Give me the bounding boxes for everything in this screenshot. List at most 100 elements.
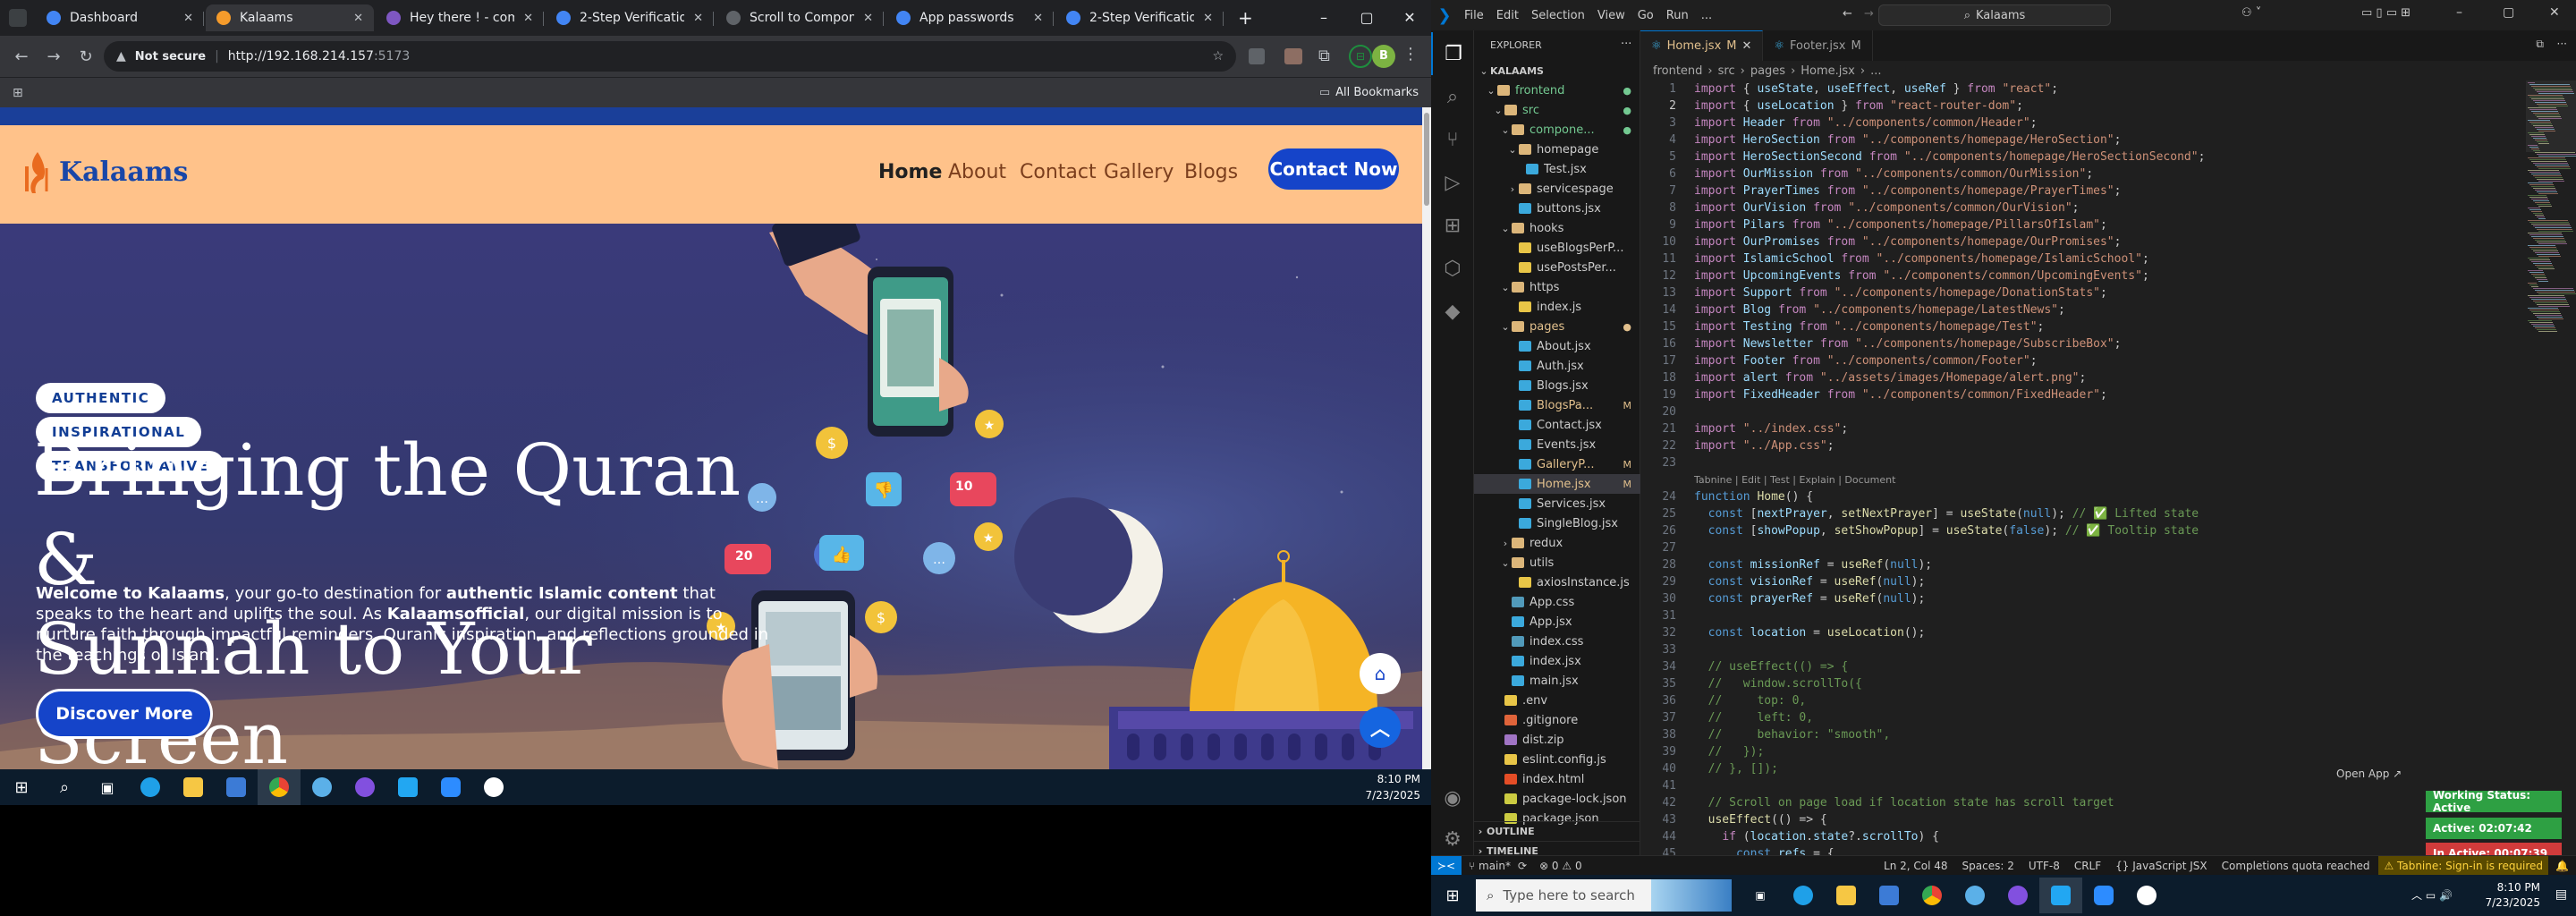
editor-tab[interactable]: ⚛ Home.jsx M ✕ [1640, 30, 1764, 61]
code-line[interactable]: 39 // }); [1640, 743, 1764, 760]
tree-file[interactable]: BlogsPa... M [1474, 395, 1640, 415]
code-line[interactable]: 38 // behavior: "smooth", [1640, 726, 1890, 743]
taskbar-store[interactable] [215, 769, 258, 805]
problems-count[interactable]: ⊗ 0 ⚠ 0 [1539, 860, 1582, 872]
breadcrumb-item[interactable]: frontend [1653, 64, 1702, 78]
editor-more-icon[interactable]: ··· [2557, 38, 2567, 50]
tree-folder[interactable]: › redux [1474, 533, 1640, 553]
tree-folder[interactable]: ⌄ frontend ● [1474, 81, 1640, 100]
breadcrumb-item[interactable]: src [1718, 64, 1735, 78]
completions-status[interactable]: Completions quota reached [2222, 860, 2370, 872]
system-tray-icons[interactable]: ︿ ▭ 🔊 [2411, 887, 2453, 903]
page-scrollbar[interactable] [1422, 107, 1431, 769]
code-line[interactable]: 3 import Header from "../components/commo… [1640, 114, 2037, 131]
maximize-icon[interactable]: ▢ [1345, 0, 1388, 36]
tab-close-icon[interactable]: ✕ [863, 12, 873, 25]
code-line[interactable]: 29 const visionRef = useRef(null); [1640, 573, 1925, 590]
scroll-top-button[interactable]: ︿ [1360, 707, 1401, 748]
taskbar-edge[interactable] [129, 769, 172, 805]
code-line[interactable]: 22 import "../App.css"; [1640, 437, 1834, 454]
code-line[interactable]: 42 // Scroll on page load if location st… [1640, 794, 2114, 811]
tree-file[interactable]: Auth.jsx [1474, 356, 1640, 376]
menu-item[interactable]: File [1458, 9, 1490, 22]
tree-file[interactable]: package-lock.json [1474, 789, 1640, 809]
left-clock[interactable]: 8:10 PM 7/23/2025 [1365, 771, 1420, 803]
notification-center-icon[interactable]: ▤ [2555, 887, 2567, 902]
nav-blogs[interactable]: Blogs [1184, 161, 1238, 183]
code-line[interactable]: 10 import OurPromises from "../components… [1640, 233, 2121, 250]
chrome-tab[interactable]: Dashboard ✕ [36, 4, 204, 31]
forward-icon[interactable]: → [38, 47, 70, 66]
chrome-tab[interactable]: Kalaams ✕ [206, 4, 374, 31]
indentation[interactable]: Spaces: 2 [1962, 860, 2014, 872]
tree-file[interactable]: axiosInstance.js [1474, 572, 1640, 592]
code-line[interactable]: 17 import Footer from "../components/comm… [1640, 352, 2037, 369]
code-line[interactable]: 33 [1640, 641, 1694, 658]
language-mode[interactable]: {} JavaScript JSX [2115, 860, 2207, 872]
code-line[interactable]: 11 import IslamicSchool from "../componen… [1640, 250, 2148, 267]
menu-item[interactable]: Edit [1490, 9, 1525, 22]
code-line[interactable]: 27 [1640, 539, 1694, 556]
code-line[interactable]: 43 useEffect(() => { [1640, 811, 1826, 828]
run-debug-icon[interactable]: ▷ [1431, 161, 1474, 204]
tab-close-icon[interactable]: ✕ [1203, 12, 1213, 25]
code-line[interactable]: 9 import Pilars from "../components/homep… [1640, 216, 2107, 233]
contact-now-button[interactable]: Contact Now [1268, 148, 1399, 190]
new-tab-button[interactable]: + [1238, 7, 1253, 29]
code-line[interactable]: 35 // window.scrollTo({ [1640, 675, 1862, 692]
tree-folder[interactable]: ⌄ utils [1474, 553, 1640, 572]
search-icon[interactable]: ⌕ [1431, 75, 1474, 118]
cursor-position[interactable]: Ln 2, Col 48 [1884, 860, 1948, 872]
tree-file[interactable]: index.js [1474, 297, 1640, 317]
breadcrumb-item[interactable]: Home.jsx [1801, 64, 1855, 78]
code-line[interactable]: 12 import UpcomingEvents from "../compone… [1640, 267, 2148, 284]
tree-folder[interactable]: ⌄ pages ● [1474, 317, 1640, 336]
extensions-icon[interactable]: ⊞ [1431, 204, 1474, 247]
discover-more-button[interactable]: Discover More [36, 689, 213, 739]
scrollbar-thumb[interactable] [1424, 113, 1429, 206]
code-line[interactable]: 30 const prayerRef = useRef(null); [1640, 590, 1925, 607]
taskbar-search[interactable]: ⌕ [43, 769, 86, 805]
tree-file[interactable]: buttons.jsx [1474, 199, 1640, 218]
outline-panel[interactable]: › OUTLINE [1474, 821, 1640, 841]
app-right-1[interactable] [1953, 878, 1996, 913]
code-line[interactable]: 7 import PrayerTimes from "../components/… [1640, 182, 2121, 199]
bookmark-star-icon[interactable]: ☆ [1212, 49, 1224, 64]
menu-item[interactable]: Go [1631, 9, 1660, 22]
code-line[interactable]: Tabnine | Edit | Test | Explain | Docume… [1640, 471, 1895, 488]
code-line[interactable]: 25 const [nextPrayer, setNextPrayer] = u… [1640, 505, 2199, 522]
tree-file[interactable]: main.jsx [1474, 671, 1640, 691]
explorer-right[interactable] [1825, 878, 1868, 913]
start-button-right[interactable]: ⊞ [1431, 878, 1474, 913]
tree-file[interactable]: dist.zip [1474, 730, 1640, 750]
explorer-icon[interactable]: ❐ [1431, 32, 1474, 75]
remote-explorer-icon[interactable]: ⬡ [1431, 247, 1474, 290]
code-line[interactable]: 34 // useEffect(() => { [1640, 658, 1848, 675]
code-line[interactable]: 8 import OurVision from "../components/co… [1640, 199, 2079, 216]
menu-item[interactable]: View [1591, 9, 1631, 22]
code-line[interactable]: 24 function Home() { [1640, 488, 1813, 505]
profile-avatar[interactable]: B [1372, 45, 1395, 68]
taskbar-app-1[interactable] [301, 769, 343, 805]
app-right-2[interactable] [2125, 878, 2168, 913]
taskbar-chrome[interactable] [258, 769, 301, 805]
code-line[interactable]: 20 [1640, 403, 1694, 420]
extensions-puzzle-icon[interactable]: ⧉ [1318, 47, 1330, 65]
code-line[interactable]: 44 if (location.state?.scrollTo) { [1640, 828, 1939, 845]
code-line[interactable]: 36 // top: 0, [1640, 692, 1806, 709]
menu-item[interactable]: Selection [1525, 9, 1591, 22]
tab-close-icon[interactable]: ✕ [523, 12, 533, 25]
chrome-tab[interactable]: Scroll to Components ✕ [716, 4, 884, 31]
tree-file[interactable]: Test.jsx [1474, 159, 1640, 179]
split-view-icon[interactable]: ⊟ [1349, 45, 1372, 68]
code-line[interactable]: 13 import Support from "../components/hom… [1640, 284, 2106, 301]
code-line[interactable]: 5 import HeroSectionSecond from "../compo… [1640, 148, 2205, 165]
code-line[interactable]: 15 import Testing from "../components/hom… [1640, 318, 2044, 335]
taskbar-vscode[interactable] [386, 769, 429, 805]
back-icon[interactable]: ← [5, 47, 38, 66]
breadcrumb-item[interactable]: ... [1870, 64, 1881, 78]
tree-file[interactable]: App.jsx [1474, 612, 1640, 632]
chrome-right[interactable] [1911, 878, 1953, 913]
tree-file[interactable]: Services.jsx [1474, 494, 1640, 513]
reload-icon[interactable]: ↻ [70, 47, 102, 66]
